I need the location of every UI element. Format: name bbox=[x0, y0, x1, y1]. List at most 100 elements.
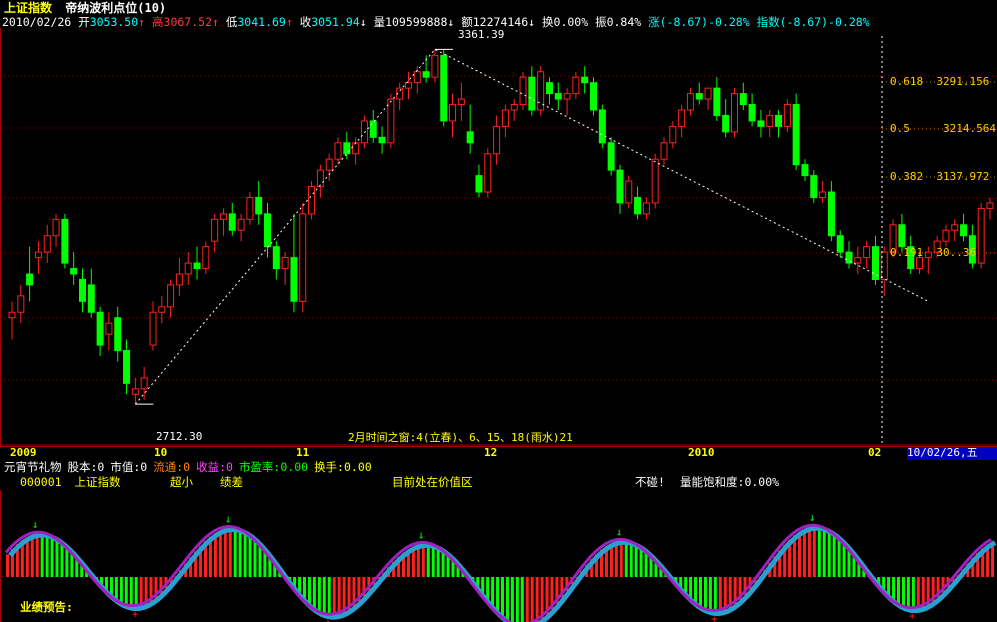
candle-body bbox=[625, 180, 633, 204]
fib-label-0382: 0.382 3137.972 bbox=[890, 170, 990, 183]
candle-body bbox=[360, 120, 368, 144]
time-axis: 2009 10 11 12 2010 02 10/02/26,五 bbox=[0, 446, 997, 460]
close-value: 3051.94 bbox=[311, 15, 360, 29]
index-change-value: (-8.67)-0.28% bbox=[779, 15, 870, 29]
osc-bar bbox=[50, 537, 54, 577]
candle-body bbox=[34, 251, 42, 259]
open-value: 3053.50 bbox=[89, 15, 139, 29]
candle-body bbox=[854, 257, 862, 264]
candle-body bbox=[616, 169, 624, 204]
candle-body bbox=[404, 82, 412, 89]
candle-body bbox=[431, 54, 439, 78]
osc-bar bbox=[332, 577, 336, 617]
osc-bar bbox=[802, 529, 806, 577]
stock-code: 000001 bbox=[20, 475, 62, 489]
candle-body bbox=[634, 196, 642, 215]
forecast-label: 业绩预告: bbox=[20, 600, 73, 614]
warning-text: 不碰! bbox=[635, 475, 665, 489]
osc-bar bbox=[530, 577, 534, 622]
candle-body bbox=[78, 278, 86, 302]
candle-body bbox=[836, 235, 844, 253]
candle-body bbox=[290, 257, 298, 302]
candle-body bbox=[977, 207, 985, 264]
osc-bar bbox=[253, 540, 257, 577]
size-tag: 超小 bbox=[170, 475, 193, 489]
osc-bar bbox=[812, 527, 816, 577]
osc-bar bbox=[827, 531, 831, 577]
candle-body bbox=[783, 104, 791, 127]
candle-body bbox=[352, 142, 360, 155]
candle-body bbox=[211, 218, 219, 242]
candle-body bbox=[757, 120, 765, 127]
candle-body bbox=[545, 82, 553, 95]
candle-body bbox=[184, 262, 192, 275]
candle-body bbox=[272, 246, 280, 270]
candle-body bbox=[140, 377, 148, 390]
osc-bar bbox=[55, 540, 59, 577]
osc-bar bbox=[798, 531, 801, 577]
indicator-name[interactable]: 帝纳波利点位(10) bbox=[65, 1, 166, 15]
candle-body bbox=[581, 76, 589, 84]
high-value: 3067.52 bbox=[163, 15, 212, 29]
osc-bar bbox=[238, 530, 242, 577]
axis-label-10: 10 bbox=[154, 446, 168, 459]
osc-bar bbox=[540, 577, 544, 619]
candle-body bbox=[819, 191, 827, 198]
candle-body bbox=[713, 87, 721, 116]
peak-arrow-icon: ↓ bbox=[809, 511, 816, 524]
fib-label-0618: 0.618 3291.156 bbox=[890, 75, 990, 88]
osc-bar bbox=[703, 577, 707, 611]
candle-body bbox=[343, 142, 351, 155]
candle-body bbox=[325, 158, 333, 171]
osc-bar bbox=[233, 528, 237, 577]
axis-label-02: 02 bbox=[868, 446, 882, 459]
candle-body bbox=[510, 104, 518, 111]
candlestick-chart[interactable] bbox=[0, 28, 997, 446]
candle-body bbox=[255, 196, 263, 215]
osc-bar bbox=[817, 527, 821, 577]
osc-bar bbox=[134, 577, 138, 608]
osc-bar bbox=[312, 577, 316, 611]
osc-bar bbox=[70, 553, 74, 577]
osc-bar bbox=[431, 546, 435, 577]
candle-body bbox=[493, 125, 501, 155]
candle-body bbox=[308, 186, 316, 215]
candle-body bbox=[422, 71, 430, 78]
candle-body bbox=[986, 202, 994, 209]
candle-body bbox=[739, 93, 747, 106]
candle-body bbox=[61, 218, 69, 264]
axis-label-2010: 2010 bbox=[688, 446, 715, 459]
osc-bar bbox=[129, 577, 133, 608]
osc-bar bbox=[327, 577, 331, 617]
candle-body bbox=[105, 322, 113, 335]
candle-body bbox=[519, 76, 527, 106]
osc-bar bbox=[629, 543, 633, 577]
stock-title: 上证指数 bbox=[4, 1, 53, 15]
quote-date: 2010/02/26 bbox=[2, 15, 72, 29]
candle-body bbox=[651, 158, 659, 204]
trough-cross-icon: + bbox=[325, 616, 332, 622]
candle-body bbox=[863, 246, 871, 259]
candle-body bbox=[8, 311, 16, 319]
candle-body bbox=[316, 169, 324, 188]
peak-arrow-icon: ↓ bbox=[418, 528, 425, 541]
osc-bar bbox=[421, 544, 425, 577]
trough-cross-icon: + bbox=[711, 613, 718, 622]
osc-bar bbox=[525, 577, 529, 622]
saturation-label: 量能饱和度: bbox=[680, 475, 745, 489]
candle-body bbox=[695, 93, 703, 100]
osc-bar bbox=[699, 577, 702, 609]
peak-arrow-icon: ↓ bbox=[32, 518, 39, 531]
cursor-date-box: 10/02/26,五 bbox=[907, 446, 997, 460]
oscillator-chart[interactable]: ↓+↓+↓+↓+↓+ bbox=[0, 490, 997, 622]
peak-label: 3361.39 bbox=[458, 28, 505, 41]
osc-bar bbox=[441, 551, 445, 577]
fib-label-05: 0.5 3214.564 bbox=[890, 122, 996, 135]
candle-body bbox=[440, 54, 448, 122]
osc-bar bbox=[45, 535, 49, 577]
candle-body bbox=[449, 104, 457, 122]
candle-body bbox=[299, 213, 307, 302]
candle-body bbox=[228, 213, 236, 231]
candle-body bbox=[960, 224, 968, 237]
osc-bar bbox=[263, 551, 267, 577]
